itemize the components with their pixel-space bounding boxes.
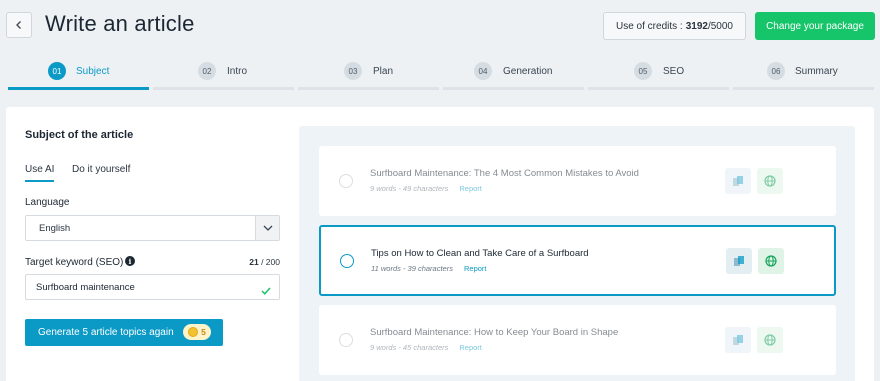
step-label: Summary (795, 66, 838, 77)
keyword-input[interactable] (36, 280, 256, 295)
step-number: 04 (474, 62, 492, 80)
step-progress-bar (8, 87, 149, 90)
globe-button[interactable] (758, 248, 784, 274)
step-progress-bar (153, 87, 294, 90)
step-label: Subject (76, 66, 110, 77)
step-number: 02 (198, 62, 216, 80)
globe-icon (764, 334, 776, 346)
credits-used: 3192 (685, 20, 708, 32)
step-label: Plan (373, 66, 394, 77)
credits-indicator: Use of credits : 3192 /5000 (603, 12, 746, 40)
globe-button[interactable] (757, 168, 783, 194)
coin-icon (188, 327, 199, 337)
chevron-left-icon (16, 21, 21, 29)
topic-stats: 9 words - 49 characters (370, 184, 449, 193)
topic-stats: 11 words - 39 characters (371, 264, 453, 273)
keyword-max: / 200 (258, 257, 280, 267)
step-progress-bar (443, 87, 584, 90)
copy-button[interactable] (725, 168, 751, 194)
keyword-counter: 21 / 200 (249, 257, 280, 267)
generate-button-label: Generate 5 article topics again (38, 327, 174, 338)
step-number: 05 (634, 62, 652, 80)
info-icon[interactable]: i (125, 256, 135, 266)
step-subject[interactable]: 01 Subject (8, 58, 149, 92)
change-package-button[interactable]: Change your package (755, 12, 875, 40)
step-progress-bar (733, 87, 874, 90)
step-intro[interactable]: 02 Intro (153, 58, 294, 92)
step-progress-bar (298, 87, 439, 90)
copy-icon (733, 176, 743, 186)
step-plan[interactable]: 03 Plan (298, 58, 439, 92)
topic-title: Surfboard Maintenance: The 4 Most Common… (370, 168, 639, 179)
language-select[interactable]: English (25, 215, 280, 241)
step-label: SEO (663, 66, 685, 77)
topic-radio[interactable] (340, 254, 354, 268)
section-title: Subject of the article (25, 129, 134, 141)
step-number: 03 (344, 62, 362, 80)
topic-meta: 9 words - 45 characters Report (370, 343, 482, 352)
topic-card[interactable]: Surfboard Maintenance: How to Keep Your … (319, 305, 836, 375)
step-seo[interactable]: 05 SEO (588, 58, 729, 92)
credits-label: Use of credits : (616, 20, 683, 32)
copy-icon (733, 335, 743, 345)
steps-nav: 01 Subject 02 Intro 03 Plan 04 Generatio… (0, 58, 880, 92)
report-link[interactable]: Report (459, 184, 482, 193)
step-label: Intro (227, 66, 248, 77)
copy-icon (734, 256, 744, 266)
topic-meta: 9 words - 49 characters Report (370, 184, 482, 193)
keyword-field[interactable] (25, 274, 280, 300)
topic-card[interactable]: Tips on How to Clean and Take Care of a … (319, 225, 836, 296)
globe-icon (765, 255, 777, 267)
check-icon (261, 282, 271, 300)
tab-use-ai[interactable]: Use AI (25, 164, 55, 182)
topic-title: Surfboard Maintenance: How to Keep Your … (370, 327, 619, 338)
step-generation[interactable]: 04 Generation (443, 58, 584, 92)
topic-title: Tips on How to Clean and Take Care of a … (371, 248, 589, 259)
header: Write an article Use of credits : 3192 /… (0, 0, 880, 52)
generate-topics-button[interactable]: Generate 5 article topics again 5 (25, 319, 223, 346)
step-label: Generation (503, 66, 553, 77)
keyword-label: Target keyword (SEO) (25, 257, 124, 268)
language-label: Language (25, 197, 70, 208)
globe-button[interactable] (757, 327, 783, 353)
keyword-count: 21 (249, 257, 259, 267)
step-progress-bar (588, 87, 729, 90)
report-link[interactable]: Report (464, 264, 487, 273)
back-button[interactable] (6, 12, 32, 38)
chevron-down-icon (263, 225, 272, 231)
globe-icon (764, 175, 776, 187)
credits-total: /5000 (707, 20, 733, 32)
step-number: 06 (767, 62, 785, 80)
step-summary[interactable]: 06 Summary (733, 58, 874, 92)
topic-radio[interactable] (339, 333, 353, 347)
topic-radio[interactable] (339, 174, 353, 188)
page-title: Write an article (45, 11, 195, 36)
credit-cost-badge: 5 (183, 324, 211, 340)
topic-meta: 11 words - 39 characters Report (371, 264, 487, 273)
topic-card[interactable]: Surfboard Maintenance: The 4 Most Common… (319, 146, 836, 216)
copy-button[interactable] (725, 327, 751, 353)
tab-do-it-yourself[interactable]: Do it yourself (72, 164, 130, 182)
report-link[interactable]: Report (459, 343, 482, 352)
topic-stats: 9 words - 45 characters (370, 343, 449, 352)
select-arrow (255, 216, 279, 240)
copy-button[interactable] (726, 248, 752, 274)
credit-cost: 5 (201, 327, 206, 337)
language-value: English (39, 223, 71, 234)
step-number: 01 (48, 62, 66, 80)
